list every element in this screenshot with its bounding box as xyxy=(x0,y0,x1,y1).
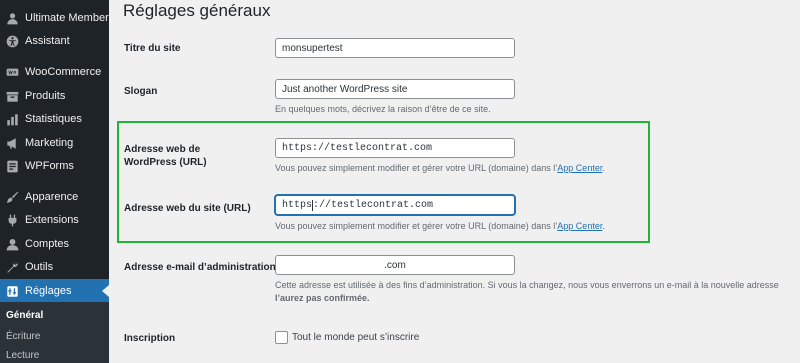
sidebar-item-label: Assistant xyxy=(25,35,70,47)
description-text: Cette adresse est utilisée à des fins d’… xyxy=(275,280,779,290)
plugin-icon xyxy=(6,214,19,227)
sidebar-item-outils[interactable]: Outils xyxy=(0,255,109,279)
accessibility-icon xyxy=(6,35,19,48)
sidebar-item-label: Produits xyxy=(25,90,66,102)
sidebar-item-label: Apparence xyxy=(25,191,79,203)
sidebar-item-label: WPForms xyxy=(25,160,74,172)
sidebar-item-marketing[interactable]: Marketing xyxy=(0,131,109,155)
sidebar-item-label: Ultimate Member xyxy=(25,12,109,24)
url-highlight-box xyxy=(117,121,650,243)
description-text-continued: l’aurez pas confirmée. xyxy=(275,293,370,303)
sidebar-item-ultimate-member[interactable]: Ultimate Member xyxy=(0,6,109,30)
sidebar-item-label: Statistiques xyxy=(25,113,82,125)
sidebar-item-label: Extensions xyxy=(25,214,79,226)
submenu-item-ecriture[interactable]: Écriture xyxy=(6,331,40,342)
megaphone-icon xyxy=(6,137,19,150)
site-title-label: Titre du site xyxy=(124,43,181,54)
sidebar-item-label: WooCommerce xyxy=(25,66,102,78)
sidebar-item-produits[interactable]: Produits xyxy=(0,84,109,108)
sidebar-item-label: Outils xyxy=(25,261,54,273)
page-title: Réglages généraux xyxy=(123,1,271,20)
sidebar-item-reglages[interactable]: Réglages xyxy=(0,279,109,303)
wrench-icon xyxy=(6,261,19,274)
tagline-label: Slogan xyxy=(124,86,158,97)
archive-icon xyxy=(6,90,19,103)
settings-icon xyxy=(6,285,19,298)
site-title-input[interactable]: monsupertest xyxy=(275,38,515,58)
admin-email-description: Cette adresse est utilisée à des fins d’… xyxy=(275,279,800,305)
sidebar-item-label: Marketing xyxy=(25,137,74,149)
submenu-item-general[interactable]: Général xyxy=(6,310,43,321)
sidebar-item-assistant[interactable]: Assistant xyxy=(0,29,109,53)
paintbrush-icon xyxy=(6,191,19,204)
submenu-item-lecture[interactable]: Lecture xyxy=(6,350,39,361)
membership-checkbox[interactable] xyxy=(275,331,288,344)
membership-label: Inscription xyxy=(124,333,176,344)
woocommerce-icon xyxy=(6,66,19,79)
membership-checkbox-label[interactable]: Tout le monde peut s’inscrire xyxy=(292,331,419,344)
sidebar-item-comptes[interactable]: Comptes xyxy=(0,232,109,256)
bar-chart-icon xyxy=(6,113,19,126)
sidebar-item-wpforms[interactable]: WPForms xyxy=(0,154,109,178)
user-icon xyxy=(6,12,19,25)
admin-email-input[interactable]: .com xyxy=(275,255,515,275)
users-icon xyxy=(6,238,19,251)
settings-submenu: Général Écriture Lecture xyxy=(0,302,109,363)
tagline-description: En quelques mots, décrivez la raison d’ê… xyxy=(275,104,491,114)
sidebar-item-label: Réglages xyxy=(25,285,72,297)
sidebar-item-statistiques[interactable]: Statistiques xyxy=(0,107,109,131)
admin-email-label: Adresse e-mail d’administration xyxy=(124,262,276,273)
admin-sidebar: Ultimate Member Assistant WooCommerce Pr… xyxy=(0,0,109,363)
forms-icon xyxy=(6,160,19,173)
sidebar-item-apparence[interactable]: Apparence xyxy=(0,185,109,209)
sidebar-item-woocommerce[interactable]: WooCommerce xyxy=(0,60,109,84)
current-menu-arrow xyxy=(102,285,109,297)
tagline-input[interactable]: Just another WordPress site xyxy=(275,79,515,99)
sidebar-item-label: Comptes xyxy=(25,238,70,250)
sidebar-item-extensions[interactable]: Extensions xyxy=(0,208,109,232)
